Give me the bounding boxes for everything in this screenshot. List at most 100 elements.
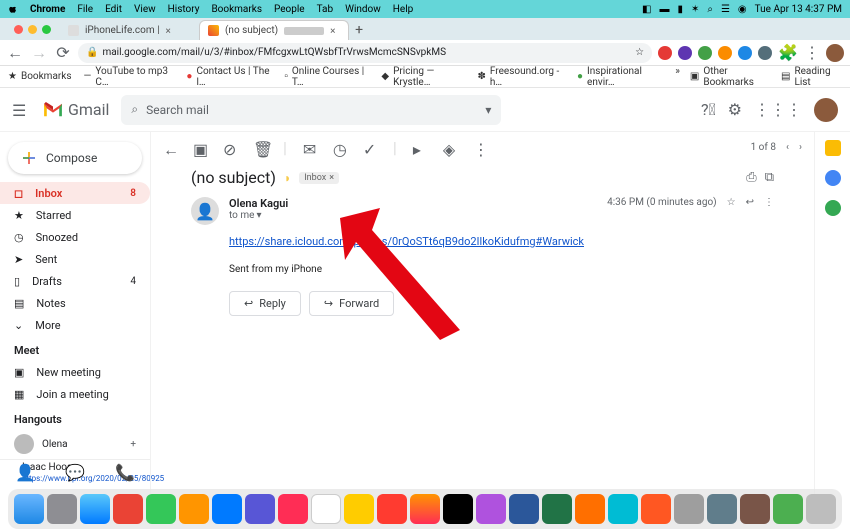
dock-app[interactable] [740,494,770,524]
snooze-icon[interactable]: ◷ [333,140,347,154]
more-icon[interactable]: ⋮ [764,197,774,208]
support-icon[interactable]: ?⃝ [701,100,716,119]
label-chip[interactable]: Inbox× [299,172,339,184]
bookmark-item[interactable]: —YouTube to mp3 C… [84,66,175,88]
dock-app[interactable] [245,494,275,524]
close-tab-icon[interactable]: × [330,26,340,36]
dock-excel[interactable] [542,494,572,524]
dock-calendar[interactable] [311,494,341,524]
dock-app[interactable] [575,494,605,524]
dock-mail[interactable] [212,494,242,524]
dock-tv[interactable] [443,494,473,524]
dock-app[interactable] [773,494,803,524]
sidebar-item-snoozed[interactable]: ◷Snoozed [0,226,150,248]
menu-file[interactable]: File [77,4,93,15]
add-icon[interactable]: + [130,439,136,450]
dock-photos[interactable] [410,494,440,524]
sender-avatar[interactable]: 👤 [191,197,219,225]
hangout-contact[interactable]: Olena+ [0,430,150,458]
forward-button[interactable]: → [30,44,48,62]
search-options-icon[interactable]: ▾ [485,103,491,117]
search-input[interactable]: ⌕ Search mail ▾ [121,95,501,125]
maximize-window[interactable] [42,25,51,34]
dock-word[interactable] [509,494,539,524]
tasks-icon[interactable] [825,200,841,216]
menu-help[interactable]: Help [393,4,413,15]
ext-icon[interactable] [738,46,752,60]
tab-gmail[interactable]: (no subject) × [199,20,349,40]
account-avatar[interactable] [814,98,838,122]
dock-finder[interactable] [14,494,44,524]
new-tab-button[interactable]: + [349,20,369,40]
siri-icon[interactable]: ◉ [738,4,747,15]
sidebar-item-starred[interactable]: ★Starred [0,204,150,226]
menu-view[interactable]: View [134,4,156,15]
dock-app[interactable] [707,494,737,524]
remove-chip-icon[interactable]: × [329,173,334,183]
star-icon[interactable]: ☆ [727,197,736,208]
popout-icon[interactable]: ⧉ [765,170,774,185]
move-icon[interactable]: ▸ [413,140,427,154]
apps-icon[interactable]: ⋮⋮⋮ [754,100,802,119]
ext-icon[interactable] [718,46,732,60]
bookmarks-overflow[interactable]: » [675,66,680,88]
chat-icon[interactable]: 💬 [65,463,85,482]
star-icon[interactable]: ☆ [635,47,644,58]
sidebar-item-inbox[interactable]: ◻Inbox8 [0,182,150,204]
meet-new[interactable]: ▣New meeting [0,361,150,383]
reply-icon[interactable]: ↩ [746,197,754,208]
reload-button[interactable]: ⟳ [54,44,72,62]
close-window[interactable] [14,25,23,34]
compose-button[interactable]: Compose [8,142,142,174]
clock[interactable]: Tue Apr 13 4:37 PM [755,4,842,15]
reply-button[interactable]: ↩Reply [229,291,301,316]
back-icon[interactable]: ← [163,140,177,154]
menu-bookmarks[interactable]: Bookmarks [211,4,262,15]
dock-messages[interactable] [146,494,176,524]
ext-icon[interactable] [698,46,712,60]
bookmark-item[interactable]: ◆Pricing — Krystle… [381,66,465,88]
dock-chrome[interactable] [113,494,143,524]
main-menu-icon[interactable]: ☰ [12,101,30,119]
sidebar-item-more[interactable]: ⌄More [0,314,150,336]
delete-icon[interactable]: 🗑 [253,140,267,154]
menu-people[interactable]: People [274,4,305,15]
sidebar-item-drafts[interactable]: ▯Drafts4 [0,270,150,292]
dock-app[interactable] [608,494,638,524]
menu-window[interactable]: Window [345,4,381,15]
meet-join[interactable]: ▦Join a meeting [0,383,150,405]
dock-app[interactable] [377,494,407,524]
label-icon[interactable]: ◈ [443,140,457,154]
ext-icon[interactable] [658,46,672,60]
dock-podcasts[interactable] [476,494,506,524]
important-icon[interactable]: ◗ [284,171,291,185]
dock-app[interactable] [641,494,671,524]
minimize-window[interactable] [28,25,37,34]
keep-icon[interactable] [825,170,841,186]
contacts-icon[interactable]: 👤 [15,463,35,482]
gmail-logo[interactable]: Gmail [42,100,109,119]
extensions-icon[interactable]: 🧩 [778,43,798,62]
unread-icon[interactable]: ✉ [303,140,317,154]
back-button[interactable]: ← [6,44,24,62]
profile-avatar[interactable] [826,44,844,62]
phone-icon[interactable]: 📞 [115,463,135,482]
forward-button[interactable]: ↪Forward [309,291,394,316]
print-icon[interactable]: ⎙ [746,170,756,185]
menu-icon[interactable]: ⋮ [804,43,820,62]
dock-safari[interactable] [80,494,110,524]
chevron-down-icon[interactable]: ▾ [256,210,261,221]
search-icon[interactable]: ⌕ [707,4,713,15]
control-center-icon[interactable]: ☰ [721,4,730,15]
spam-icon[interactable]: ⊘ [223,140,237,154]
calendar-icon[interactable] [825,140,841,156]
bookmark-item[interactable]: ●Contact Us | The l… [186,66,272,88]
bookmark-item[interactable]: ✽Freesound.org - h… [478,66,565,88]
address-bar[interactable]: 🔒 mail.google.com/mail/u/3/#inbox/FMfcgx… [78,43,652,63]
archive-icon[interactable]: ▣ [193,140,207,154]
bookmark-item[interactable]: ▫Online Courses | T… [284,66,369,88]
dock-app[interactable] [674,494,704,524]
reading-list[interactable]: ▤Reading List [781,66,842,88]
other-bookmarks[interactable]: ▣Other Bookmarks [690,66,771,88]
prev-icon[interactable]: ‹ [786,142,789,153]
